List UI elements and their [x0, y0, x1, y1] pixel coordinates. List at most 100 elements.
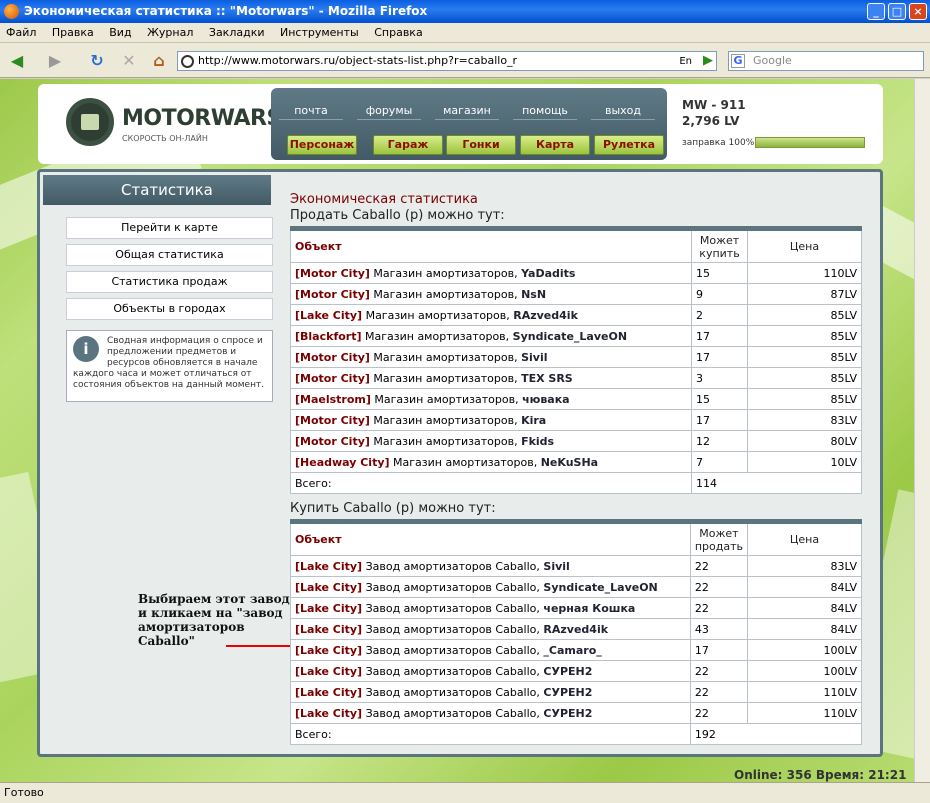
menu-file[interactable]: Файл — [0, 23, 42, 42]
menu-bookmarks[interactable]: Закладки — [203, 23, 271, 42]
city-link[interactable]: [Motor City] — [295, 414, 370, 427]
city-link[interactable]: [Lake City] — [295, 623, 362, 636]
price-cell: 83LV — [747, 409, 862, 431]
shop-link[interactable]: Завод амортизаторов Caballo, — [366, 707, 540, 720]
nav-forums[interactable]: форумы — [357, 104, 421, 120]
sidebar-item-map[interactable]: Перейти к карте — [66, 217, 273, 239]
shop-link[interactable]: Магазин амортизаторов, — [365, 330, 509, 343]
owner-name[interactable]: Sivil — [521, 351, 547, 364]
owner-name[interactable]: Syndicate_LaveON — [513, 330, 627, 343]
motorwars-logo-icon[interactable] — [66, 98, 114, 146]
owner-name[interactable]: _Camaro_ — [543, 644, 601, 657]
menu-view[interactable]: Вид — [103, 23, 137, 42]
owner-name[interactable]: СУРЕН2 — [543, 686, 592, 699]
owner-name[interactable]: RAzved4ik — [543, 623, 608, 636]
nav-button-races[interactable]: Гонки — [446, 135, 516, 155]
url-input[interactable]: http://www.motorwars.ru/object-stats-lis… — [177, 51, 717, 71]
owner-name[interactable]: Syndicate_LaveON — [543, 581, 657, 594]
shop-link[interactable]: Завод амортизаторов Caballo, — [366, 665, 540, 678]
city-link[interactable]: [Lake City] — [295, 560, 362, 573]
shop-link[interactable]: Завод амортизаторов Caballo, — [366, 602, 540, 615]
city-link[interactable]: [Lake City] — [295, 644, 362, 657]
owner-name[interactable]: СУРЕН2 — [543, 665, 592, 678]
shop-link[interactable]: Магазин амортизаторов, — [366, 309, 510, 322]
lang-indicator[interactable]: En — [679, 53, 692, 71]
city-link[interactable]: [Headway City] — [295, 456, 390, 469]
shop-link[interactable]: Магазин амортизаторов, — [373, 351, 517, 364]
search-input[interactable]: G Google — [728, 51, 924, 71]
city-link[interactable]: [Motor City] — [295, 372, 370, 385]
shop-link[interactable]: Магазин амортизаторов, — [373, 288, 517, 301]
menu-edit[interactable]: Правка — [46, 23, 100, 42]
object-cell: [Lake City] Завод амортизаторов Caballo,… — [290, 660, 691, 682]
owner-name[interactable]: Sivil — [543, 560, 569, 573]
shop-link[interactable]: Завод амортизаторов Caballo, — [366, 560, 540, 573]
nav-logout[interactable]: выход — [591, 104, 655, 120]
shop-link[interactable]: Завод амортизаторов Caballo, — [366, 623, 540, 636]
shop-link[interactable]: Магазин амортизаторов, — [374, 393, 518, 406]
close-button[interactable]: × — [909, 3, 927, 20]
owner-name[interactable]: TEX SRS — [521, 372, 573, 385]
maximize-button[interactable]: □ — [888, 3, 906, 20]
nav-shop[interactable]: магазин — [435, 104, 499, 120]
qty-cell: 22 — [689, 576, 749, 598]
shop-link[interactable]: Магазин амортизаторов, — [373, 372, 517, 385]
city-link[interactable]: [Motor City] — [295, 435, 370, 448]
nav-mail[interactable]: почта — [279, 104, 343, 120]
google-icon[interactable]: G — [731, 54, 745, 68]
city-link[interactable]: [Maelstrom] — [295, 393, 371, 406]
shop-link[interactable]: Магазин амортизаторов, — [373, 267, 517, 280]
owner-name[interactable]: NeKuSHa — [541, 456, 598, 469]
menu-tools[interactable]: Инструменты — [274, 23, 365, 42]
menu-history[interactable]: Журнал — [141, 23, 199, 42]
nav-button-character[interactable]: Персонаж — [287, 135, 357, 155]
city-link[interactable]: [Lake City] — [295, 602, 362, 615]
annotation-note: Выбираем этот завод и кликаем на "завод … — [138, 592, 290, 648]
shop-link[interactable]: Магазин амортизаторов, — [373, 435, 517, 448]
nav-help[interactable]: помощь — [513, 104, 577, 120]
qty-cell: 7 — [691, 451, 748, 473]
city-link[interactable]: [Motor City] — [295, 288, 370, 301]
qty-cell: 9 — [691, 283, 748, 305]
city-link[interactable]: [Lake City] — [295, 707, 362, 720]
reload-icon[interactable]: ↻ — [86, 50, 108, 72]
menu-help[interactable]: Справка — [368, 23, 428, 42]
owner-name[interactable]: СУРЕН2 — [543, 707, 592, 720]
shop-link[interactable]: Магазин амортизаторов, — [373, 414, 517, 427]
city-link[interactable]: [Lake City] — [295, 665, 362, 678]
city-link[interactable]: [Lake City] — [295, 309, 362, 322]
table-row: [Motor City] Магазин амортизаторов, Fkid… — [290, 430, 862, 452]
back-icon[interactable]: ◀ — [6, 50, 28, 72]
owner-name[interactable]: черная Кошка — [543, 602, 635, 615]
sidebar-item-city-objects[interactable]: Объекты в городах — [66, 298, 273, 320]
owner-name[interactable]: Kira — [521, 414, 546, 427]
city-link[interactable]: [Lake City] — [295, 686, 362, 699]
nav-button-map[interactable]: Карта — [520, 135, 590, 155]
owner-name[interactable]: Fkids — [521, 435, 554, 448]
city-link[interactable]: [Blackfort] — [295, 330, 362, 343]
city-link[interactable]: [Motor City] — [295, 351, 370, 364]
owner-name[interactable]: NsN — [521, 288, 546, 301]
shop-link[interactable]: Магазин амортизаторов, — [393, 456, 537, 469]
page-scrollbar[interactable] — [914, 79, 930, 782]
city-link[interactable]: [Motor City] — [295, 267, 370, 280]
nav-button-garage[interactable]: Гараж — [373, 135, 443, 155]
owner-name[interactable]: RAzved4ik — [513, 309, 578, 322]
user-name[interactable]: MW - 911 — [682, 98, 746, 112]
owner-name[interactable]: YaDadits — [521, 267, 575, 280]
object-cell: [Lake City] Завод амортизаторов Caballo,… — [290, 576, 691, 598]
home-icon[interactable]: ⌂ — [148, 50, 170, 72]
shop-link[interactable]: Завод амортизаторов Caballo, — [366, 686, 540, 699]
sidebar-item-sales-stats[interactable]: Статистика продаж — [66, 271, 273, 293]
forward-icon[interactable]: ▶ — [44, 50, 66, 72]
city-link[interactable]: [Lake City] — [295, 581, 362, 594]
go-icon[interactable]: ▶ — [697, 50, 719, 72]
shop-link[interactable]: Завод амортизаторов Caballo, — [366, 581, 540, 594]
nav-toolbar: ◀ ▶ ↻ ✕ ⌂ http://www.motorwars.ru/object… — [0, 43, 930, 78]
nav-button-roulette[interactable]: Рулетка — [594, 135, 664, 155]
minimize-button[interactable]: _ — [867, 3, 885, 20]
shop-link[interactable]: Завод амортизаторов Caballo, — [366, 644, 540, 657]
stop-icon[interactable]: ✕ — [118, 50, 140, 72]
owner-name[interactable]: чювака — [522, 393, 570, 406]
sidebar-item-general-stats[interactable]: Общая статистика — [66, 244, 273, 266]
